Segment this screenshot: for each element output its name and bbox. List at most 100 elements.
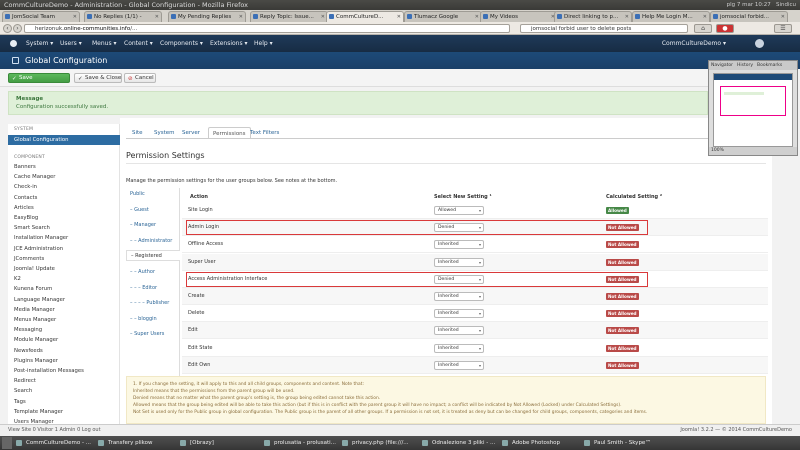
- back-button[interactable]: ‹: [3, 24, 12, 33]
- sidebar-item-global-configuration[interactable]: Global Configuration: [8, 135, 120, 145]
- setting-select[interactable]: Inherited ▾: [434, 309, 484, 319]
- group-manager[interactable]: – Manager: [130, 222, 156, 228]
- sidebar-item-module-manager[interactable]: Module Manager: [14, 337, 58, 343]
- site-link[interactable]: CommCultureDemo ▾: [662, 35, 726, 52]
- group-registered[interactable]: – Registered: [126, 250, 180, 262]
- group-guest[interactable]: – Guest: [130, 207, 149, 213]
- close-icon[interactable]: ✕: [73, 12, 77, 22]
- browser-tab[interactable]: JomSocial Team ✕: [2, 11, 80, 22]
- close-icon[interactable]: ✕: [703, 12, 707, 22]
- group-public[interactable]: Public: [130, 191, 145, 197]
- group-editor[interactable]: – – – Editor: [130, 285, 157, 291]
- sidebar-item-banners[interactable]: Banners: [14, 164, 36, 170]
- nav-menu-components[interactable]: Components ▾: [160, 35, 203, 52]
- sidebar-item-contacts[interactable]: Contacts: [14, 195, 37, 201]
- sidebar-item-post-installation-messages[interactable]: Post-installation Messages: [14, 368, 84, 374]
- browser-tab[interactable]: Reply Topic: Issue... ✕: [250, 11, 328, 22]
- sidebar-item-language-manager[interactable]: Language Manager: [14, 297, 65, 303]
- nav-menu-content[interactable]: Content ▾: [124, 35, 153, 52]
- sidebar-item-easyblog[interactable]: EasyBlog: [14, 215, 38, 221]
- close-icon[interactable]: ✕: [397, 12, 401, 22]
- joomla-logo-icon: [10, 40, 17, 47]
- nav-menu-menus[interactable]: Menus ▾: [92, 35, 117, 52]
- navigator-window[interactable]: Navigator History Bookmarks 100%: [708, 60, 798, 156]
- show-desktop-icon[interactable]: [2, 437, 12, 449]
- browser-tab[interactable]: Direct linking to p... ✕: [554, 11, 632, 22]
- sidebar-item-media-manager[interactable]: Media Manager: [14, 307, 55, 313]
- group-bloggin[interactable]: – – bloggin: [130, 316, 157, 322]
- setting-select[interactable]: Inherited ▾: [434, 240, 484, 250]
- group-super-users[interactable]: – Super Users: [130, 331, 164, 337]
- url-bar[interactable]: herizonuk.online-communities.info/...: [24, 24, 510, 33]
- close-icon[interactable]: ✕: [475, 12, 479, 22]
- group-publisher[interactable]: – – – – Publisher: [130, 300, 169, 306]
- close-icon[interactable]: ✕: [321, 12, 325, 22]
- taskbar-item[interactable]: Adobe Photoshop: [500, 437, 580, 449]
- user-avatar-icon[interactable]: [755, 39, 764, 48]
- setting-select[interactable]: Inherited ▾: [434, 326, 484, 336]
- navigator-tab[interactable]: Navigator: [709, 63, 735, 68]
- taskbar-item[interactable]: prolusatia - prolusati...: [262, 437, 342, 449]
- browser-search-input[interactable]: jomsocial forbid user to delete posts: [520, 24, 688, 33]
- page-description: Manage the permission settings for the u…: [126, 178, 338, 184]
- browser-tab[interactable]: No Replies (1/1) - ✕: [84, 11, 162, 22]
- sidebar-item-messaging[interactable]: Messaging: [14, 327, 42, 333]
- forward-button[interactable]: ›: [13, 24, 22, 33]
- sidebar-item-search[interactable]: Search: [14, 388, 32, 394]
- close-icon[interactable]: ✕: [239, 12, 243, 22]
- cancel-button[interactable]: ⊘ Cancel: [124, 73, 156, 83]
- menu-icon[interactable]: ☰: [774, 24, 792, 33]
- setting-value: Inherited: [438, 259, 459, 265]
- nav-menu-extensions[interactable]: Extensions ▾: [210, 35, 248, 52]
- browser-tab[interactable]: My Videos ✕: [480, 11, 558, 22]
- setting-select[interactable]: Inherited ▾: [434, 292, 484, 301]
- sidebar-item-menus-manager[interactable]: Menus Manager: [14, 317, 56, 323]
- addon-icon[interactable]: ●: [716, 24, 734, 33]
- setting-select[interactable]: Inherited ▾: [434, 343, 484, 353]
- taskbar-item[interactable]: [Obrazy]: [178, 437, 258, 449]
- sidebar-item-joomla-update[interactable]: Joomla! Update: [14, 266, 55, 272]
- sidebar-item-kunena-forum[interactable]: Kunena Forum: [14, 286, 52, 292]
- bookmarks-tab[interactable]: Bookmarks: [755, 63, 784, 68]
- sidebar-item-newsfeeds[interactable]: Newsfeeds: [14, 348, 43, 354]
- taskbar-item[interactable]: Paul Smith - Skype™: [582, 437, 662, 449]
- browser-tab[interactable]: Tlumacz Google ✕: [404, 11, 482, 22]
- nav-menu-users[interactable]: Users ▾: [60, 35, 82, 52]
- sidebar-item-plugins-manager[interactable]: Plugins Manager: [14, 358, 58, 364]
- close-icon[interactable]: ✕: [781, 12, 785, 22]
- close-icon[interactable]: ✕: [625, 12, 629, 22]
- sidebar-item-redirect[interactable]: Redirect: [14, 378, 36, 384]
- history-tab[interactable]: History: [735, 63, 755, 68]
- setting-select[interactable]: Inherited ▾: [434, 257, 484, 267]
- close-icon[interactable]: ✕: [155, 12, 159, 22]
- sidebar-item-jce-administration[interactable]: JCE Administration: [14, 246, 63, 252]
- browser-tab[interactable]: CommCultureD... ✕: [326, 11, 404, 22]
- home-icon[interactable]: ⌂: [694, 24, 712, 33]
- sidebar-item-installation-manager[interactable]: Installation Manager: [14, 235, 68, 241]
- sidebar-item-smart-search[interactable]: Smart Search: [14, 225, 50, 231]
- taskbar-item[interactable]: CommCultureDemo - ...: [14, 437, 94, 449]
- setting-value: Inherited: [438, 345, 459, 351]
- sidebar-item-articles[interactable]: Articles: [14, 205, 34, 211]
- browser-tab[interactable]: jomsocial forbid... ✕: [710, 11, 788, 22]
- sidebar-item-check-in[interactable]: Check-in: [14, 184, 37, 190]
- setting-select[interactable]: Allowed ▾: [434, 206, 484, 215]
- browser-tab[interactable]: My Pending Replies ✕: [168, 11, 246, 22]
- nav-menu-help[interactable]: Help ▾: [254, 35, 273, 52]
- taskbar-item[interactable]: privacy.php (file:///...: [340, 437, 420, 449]
- sidebar-item-jcomments[interactable]: JComments: [14, 256, 44, 262]
- setting-select[interactable]: Inherited ▾: [434, 360, 484, 370]
- taskbar-item[interactable]: Odnalezione 3 pliki - ...: [420, 437, 500, 449]
- action-label: Edit: [188, 327, 198, 334]
- nav-menu-system[interactable]: System ▾: [26, 35, 53, 52]
- sidebar-item-template-manager[interactable]: Template Manager: [14, 409, 63, 415]
- taskbar-item[interactable]: Transfery plikow: [96, 437, 176, 449]
- group-author[interactable]: – – Author: [130, 269, 155, 275]
- save-close-button[interactable]: ✓ Save & Close: [74, 73, 122, 83]
- browser-tab[interactable]: Help Me Login M... ✕: [632, 11, 710, 22]
- save-button[interactable]: ✓ Save: [8, 73, 70, 83]
- sidebar-item-k2[interactable]: K2: [14, 276, 21, 282]
- group-administrator[interactable]: – – Administrator: [130, 238, 172, 244]
- sidebar-item-cache-manager[interactable]: Cache Manager: [14, 174, 55, 180]
- sidebar-item-tags[interactable]: Tags: [14, 399, 26, 405]
